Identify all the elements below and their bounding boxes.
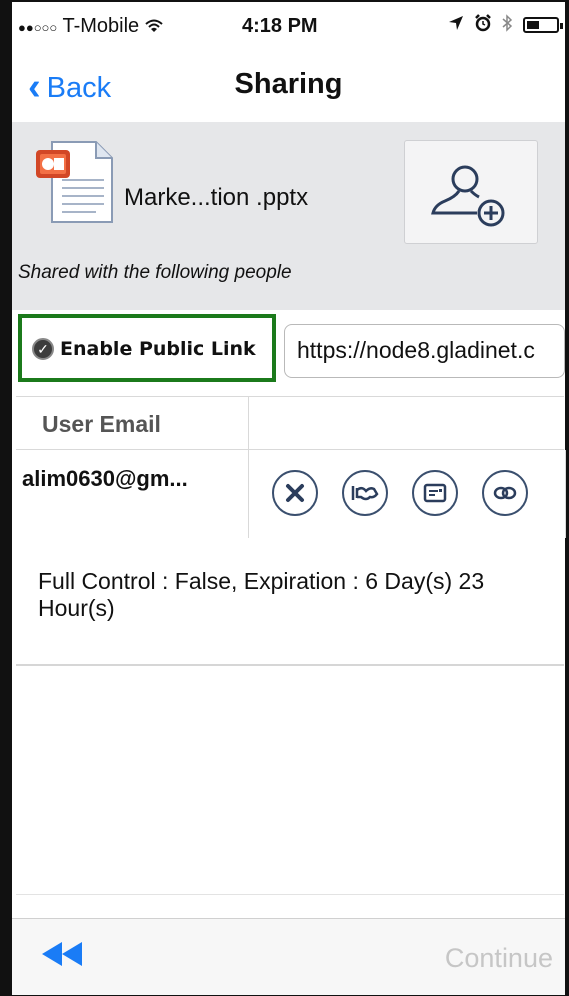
alarm-icon <box>474 14 491 32</box>
contact-card-button[interactable] <box>412 470 458 516</box>
column-header-user-email: User Email <box>42 411 161 437</box>
public-link-url-field[interactable]: https://node8.gladinet.c <box>284 324 565 378</box>
share-details: Full Control : False, Expiration : 6 Day… <box>16 536 564 666</box>
checkbox-checked-icon[interactable]: ✓ <box>32 338 54 360</box>
file-header: Marke...tion .pptx Shared with the follo… <box>12 122 565 310</box>
shared-with-label: Shared with the following people <box>18 262 292 283</box>
app-screen: ●●○○○ T-Mobile 4:18 PM ‹ Back Sharing Ma… <box>12 2 566 995</box>
handshake-icon <box>351 486 379 501</box>
powerpoint-file-icon <box>36 141 113 223</box>
column-header-cell: User Email <box>16 397 249 449</box>
file-name: Marke...tion .pptx <box>124 184 309 211</box>
link-button[interactable] <box>482 470 528 516</box>
wifi-icon <box>145 15 163 37</box>
carrier-name: T-Mobile <box>62 15 140 37</box>
signal-strength-icon: ●●○○○ <box>18 20 58 35</box>
permission-button[interactable] <box>342 470 388 516</box>
remove-icon <box>286 484 304 502</box>
status-time: 4:18 PM <box>242 15 318 37</box>
enable-public-link-toggle[interactable]: ✓ Enable Public Link <box>18 314 276 382</box>
rewind-button[interactable] <box>40 939 86 974</box>
table-header: User Email <box>16 396 564 450</box>
status-icons <box>448 13 563 36</box>
link-icon <box>493 486 517 500</box>
shared-users-table: User Email alim0630@gm... <box>16 396 566 538</box>
remove-user-button[interactable] <box>272 470 318 516</box>
row-divider <box>565 450 566 538</box>
public-link-label: Enable Public Link <box>60 338 256 360</box>
add-user-icon <box>431 165 505 227</box>
contact-card-icon <box>423 483 447 503</box>
page-title: Sharing <box>234 68 343 100</box>
add-user-button[interactable] <box>404 140 538 244</box>
bottom-toolbar: Continue <box>12 918 565 995</box>
rewind-icon <box>42 942 82 966</box>
empty-list-area <box>16 666 564 895</box>
navigation-bar: ‹ Back Sharing <box>12 44 565 123</box>
share-details-text: Full Control : False, Expiration : 6 Day… <box>38 568 485 621</box>
email-cell: alim0630@gm... <box>16 450 249 538</box>
status-bar: ●●○○○ T-Mobile 4:18 PM <box>12 2 565 44</box>
location-icon <box>449 16 464 30</box>
public-link-row: ✓ Enable Public Link https://node8.gladi… <box>12 310 565 396</box>
battery-icon <box>523 16 563 33</box>
bluetooth-icon <box>502 14 513 32</box>
user-email: alim0630@gm... <box>22 466 188 491</box>
carrier-info: ●●○○○ T-Mobile <box>18 15 163 38</box>
continue-button[interactable]: Continue <box>445 943 553 974</box>
table-row[interactable]: alim0630@gm... <box>16 450 566 538</box>
